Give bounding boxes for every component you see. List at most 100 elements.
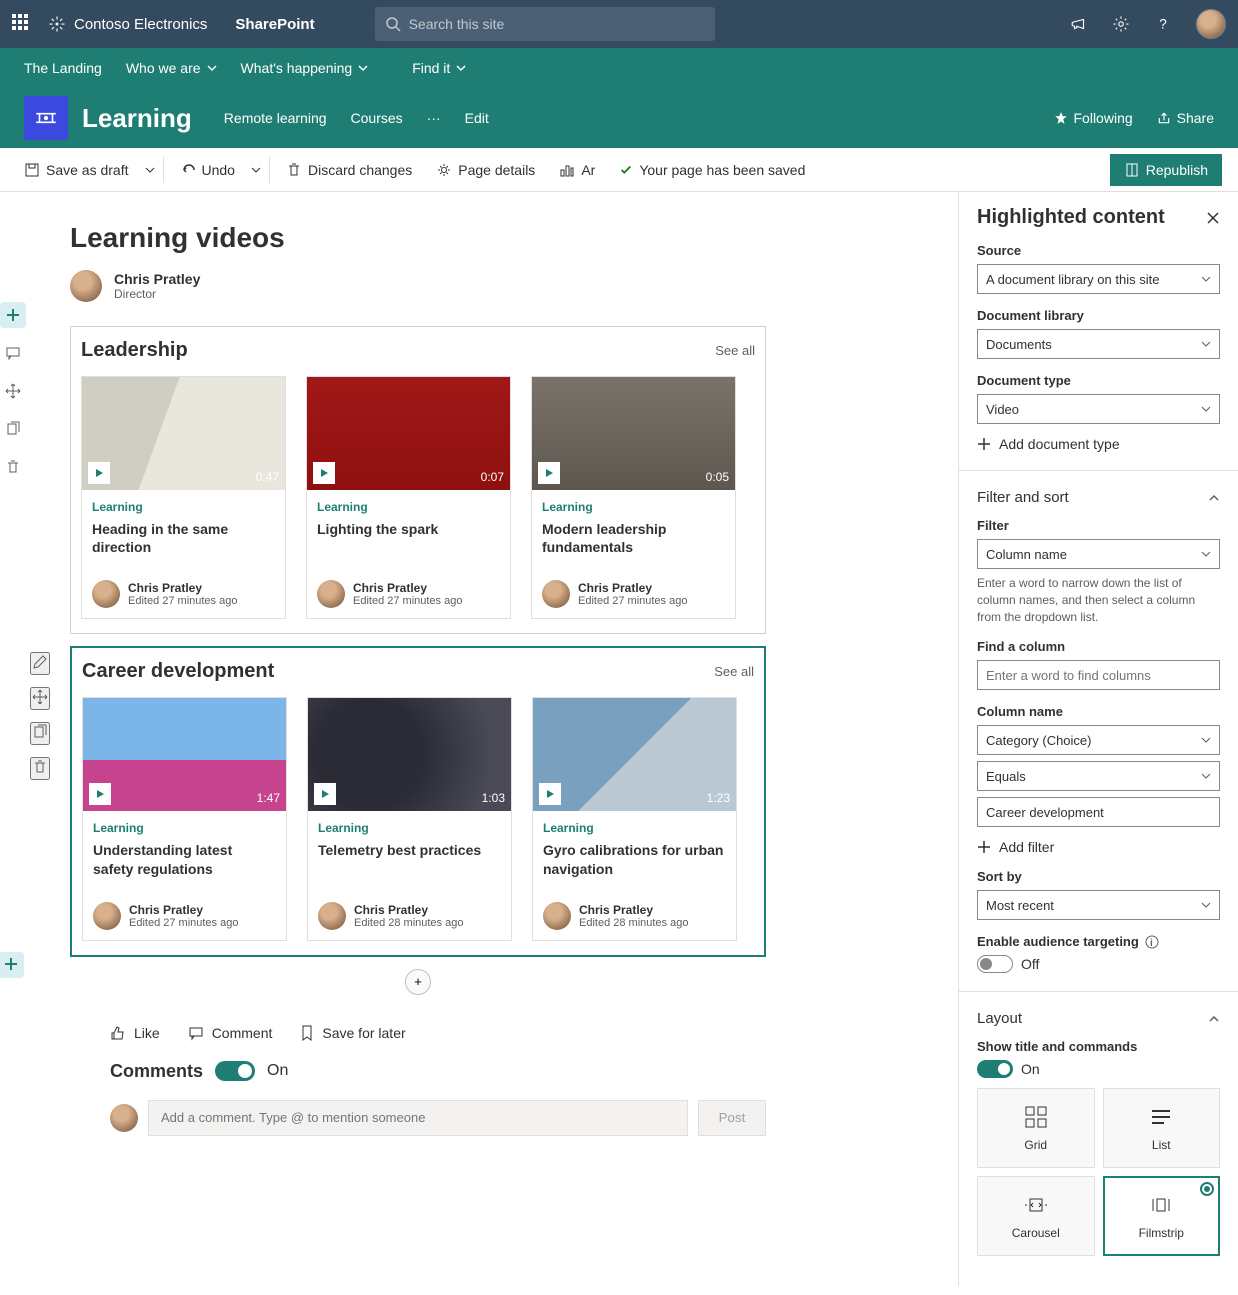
section-title[interactable]: Career development xyxy=(82,660,274,683)
settings-icon[interactable] xyxy=(1112,15,1130,33)
discard-button[interactable]: Discard changes xyxy=(278,156,420,184)
highlighted-content-webpart[interactable]: Career development See all 1:47 Learning … xyxy=(70,646,766,956)
page-title[interactable]: Learning videos xyxy=(70,222,766,254)
audience-toggle[interactable] xyxy=(977,955,1013,973)
add-filter-button[interactable]: Add filter xyxy=(977,839,1220,855)
help-icon[interactable]: ? xyxy=(1154,15,1172,33)
site-logo[interactable] xyxy=(24,96,68,140)
layout-icon xyxy=(1149,1193,1173,1220)
video-card[interactable]: 1:47 Learning Understanding latest safet… xyxy=(82,697,287,940)
search-box[interactable] xyxy=(375,7,715,41)
layout-header[interactable]: Layout xyxy=(977,1010,1220,1027)
tenant-brand[interactable]: Contoso Electronics xyxy=(48,15,207,33)
layout-name: Filmstrip xyxy=(1139,1226,1184,1240)
follow-button[interactable]: Following xyxy=(1054,110,1133,126)
video-card[interactable]: 0:07 Learning Lighting the spark Chris P… xyxy=(306,376,511,619)
layout-option-list[interactable]: List xyxy=(1103,1088,1221,1168)
republish-button[interactable]: Republish xyxy=(1110,154,1222,186)
user-avatar[interactable] xyxy=(1196,9,1226,39)
command-bar: Save as draft Undo Discard changes Page … xyxy=(0,148,1238,192)
doctype-select[interactable]: Video xyxy=(977,394,1220,424)
card-author-avatar xyxy=(317,580,345,608)
nav-more[interactable]: ··· xyxy=(427,110,441,126)
nav-courses[interactable]: Courses xyxy=(351,110,403,126)
source-select[interactable]: A document library on this site xyxy=(977,264,1220,294)
nav-remote[interactable]: Remote learning xyxy=(224,110,327,126)
show-title-toggle[interactable] xyxy=(977,1060,1013,1078)
see-all-link[interactable]: See all xyxy=(714,664,754,679)
property-panel: Highlighted content Source A document li… xyxy=(958,192,1238,1286)
card-author-name: Chris Pratley xyxy=(578,581,687,595)
close-icon[interactable] xyxy=(1206,211,1220,225)
post-button[interactable]: Post xyxy=(698,1100,766,1136)
filter-select[interactable]: Column name xyxy=(977,539,1220,569)
see-all-link[interactable]: See all xyxy=(715,343,755,358)
comment-button[interactable]: Comment xyxy=(188,1025,273,1041)
delete-button[interactable] xyxy=(0,454,26,480)
video-card[interactable]: 0:05 Learning Modern leadership fundamen… xyxy=(531,376,736,619)
chevron-down-icon[interactable] xyxy=(145,165,155,175)
duplicate-webpart-button[interactable] xyxy=(30,722,50,745)
nav-edit[interactable]: Edit xyxy=(465,110,489,126)
highlighted-content-webpart[interactable]: Leadership See all 0:47 Learning Heading … xyxy=(70,326,766,634)
plus-icon xyxy=(4,957,18,971)
column-name-value: Category (Choice) xyxy=(986,733,1092,748)
add-section-button[interactable] xyxy=(0,302,26,328)
add-section-inline-button[interactable]: + xyxy=(405,969,431,995)
sortby-select[interactable]: Most recent xyxy=(977,890,1220,920)
comment-input[interactable] xyxy=(148,1100,688,1136)
share-button[interactable]: Share xyxy=(1157,110,1214,126)
copy-button[interactable] xyxy=(0,416,26,442)
analytics-button[interactable]: Ar xyxy=(551,156,603,184)
add-doctype-button[interactable]: Add document type xyxy=(977,436,1220,452)
hub-nav-who[interactable]: Who we are xyxy=(126,60,217,76)
page-details-button[interactable]: Page details xyxy=(428,156,543,184)
video-card[interactable]: 0:47 Learning Heading in the same direct… xyxy=(81,376,286,619)
column-name-select[interactable]: Category (Choice) xyxy=(977,725,1220,755)
filter-sort-header[interactable]: Filter and sort xyxy=(977,489,1220,506)
app-name[interactable]: SharePoint xyxy=(235,16,314,33)
hub-nav-landing[interactable]: The Landing xyxy=(24,60,102,76)
edit-button[interactable] xyxy=(0,340,26,366)
operator-select[interactable]: Equals xyxy=(977,761,1220,791)
card-category: Learning xyxy=(542,500,725,514)
hub-nav-label: Find it xyxy=(412,60,450,76)
layout-option-grid[interactable]: Grid xyxy=(977,1088,1095,1168)
megaphone-icon[interactable] xyxy=(1070,15,1088,33)
delete-webpart-button[interactable] xyxy=(30,757,50,780)
audience-state: Off xyxy=(1021,956,1039,972)
hub-nav-happening[interactable]: What's happening xyxy=(241,60,369,76)
page-author[interactable]: Chris Pratley Director xyxy=(70,270,766,302)
card-title: Gyro calibrations for urban navigation xyxy=(543,841,726,877)
save-later-button[interactable]: Save for later xyxy=(300,1025,405,1041)
info-icon[interactable]: i xyxy=(1145,935,1159,949)
chevron-down-icon xyxy=(358,63,368,73)
search-input[interactable] xyxy=(409,16,705,32)
saved-status: Your page has been saved xyxy=(619,162,805,178)
add-section-button-2[interactable] xyxy=(0,952,24,978)
site-title[interactable]: Learning xyxy=(82,103,192,134)
find-column-input[interactable] xyxy=(977,660,1220,690)
duration: 0:47 xyxy=(256,470,279,484)
doclib-select[interactable]: Documents xyxy=(977,329,1220,359)
copy-icon xyxy=(32,724,48,740)
value-select[interactable]: Career development xyxy=(977,797,1220,827)
comments-toggle[interactable] xyxy=(215,1061,255,1081)
like-button[interactable]: Like xyxy=(110,1025,160,1041)
play-icon xyxy=(89,783,111,805)
filter-value: Column name xyxy=(986,547,1067,562)
move-webpart-button[interactable] xyxy=(30,687,50,710)
section-title[interactable]: Leadership xyxy=(81,339,188,362)
layout-option-filmstrip[interactable]: Filmstrip xyxy=(1103,1176,1221,1256)
undo-button[interactable]: Undo xyxy=(172,156,243,184)
video-card[interactable]: 1:23 Learning Gyro calibrations for urba… xyxy=(532,697,737,940)
video-card[interactable]: 1:03 Learning Telemetry best practices C… xyxy=(307,697,512,940)
layout-option-carousel[interactable]: Carousel xyxy=(977,1176,1095,1256)
chevron-down-icon xyxy=(1201,549,1211,559)
app-launcher-icon[interactable] xyxy=(12,14,32,34)
move-button[interactable] xyxy=(0,378,26,404)
hub-nav-findit[interactable]: Find it xyxy=(412,60,466,76)
save-draft-button[interactable]: Save as draft xyxy=(16,156,137,184)
edit-webpart-button[interactable] xyxy=(30,652,50,675)
chevron-down-icon[interactable] xyxy=(251,165,261,175)
